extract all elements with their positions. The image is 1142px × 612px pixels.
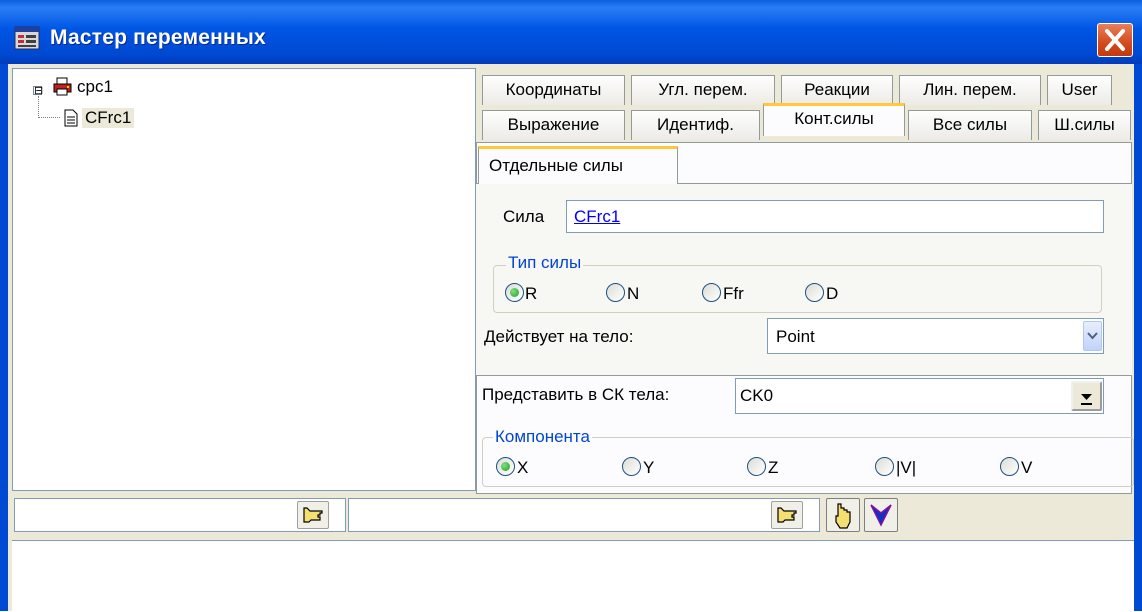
hand-down-icon [835,503,851,529]
document-icon [64,109,78,127]
apply-button[interactable] [864,498,898,532]
tab-user[interactable]: User [1047,75,1112,105]
acts-on-body-label: Действует на тело: [484,327,634,346]
represent-in-cs-label: Представить в СК тела: [482,385,670,404]
radio-force-ffr-label: Ffr [723,284,744,303]
pointing-hand-icon [777,507,797,523]
radio-force-n[interactable] [606,283,625,302]
radio-component-v-abs[interactable] [875,457,894,476]
radio-component-v-label: V [1021,458,1033,477]
radio-component-z[interactable] [747,457,766,476]
collapse-icon[interactable]: ⊟ [33,86,43,97]
acts-on-body-dropdown-button[interactable] [1083,321,1102,351]
tab-individual-forces[interactable]: Отдельные силы [478,146,678,184]
close-icon [1105,29,1125,51]
tab-angular-variables[interactable]: Угл. перем. [631,75,775,105]
tree-node-cpc1[interactable]: cpc1 [77,77,113,97]
title-bar[interactable]: Мастер переменных [0,0,1142,64]
represent-in-cs-value: CK0 [740,386,774,405]
tab-contact-forces[interactable]: Конт.силы [763,103,905,136]
variables-wizard-window: Мастер переменных ⊟ cpc1 CFrc1 Координат… [0,0,1142,612]
radio-force-n-label: N [627,284,640,303]
tab-identifiers[interactable]: Идентиф. [631,110,760,140]
force-label: Сила [503,207,545,226]
insert-name-button[interactable] [297,501,329,529]
radio-force-d-label: D [826,284,839,303]
radio-component-v[interactable] [1000,457,1019,476]
represent-in-cs-dropdown-button[interactable] [1071,381,1102,411]
radio-component-x-label: X [517,458,529,477]
radio-component-x[interactable] [496,457,515,476]
tab-expression[interactable]: Выражение [482,110,625,140]
component-title: Компонента [493,427,592,447]
window-title: Мастер переменных [50,26,266,49]
insert-expression-button[interactable] [771,501,803,529]
printer-icon [53,77,72,96]
output-area[interactable] [12,540,1134,612]
represent-in-cs-dropdown[interactable]: CK0 [735,378,1104,414]
window-frame-right [1134,64,1142,611]
app-window-icon [14,26,40,50]
force-type-title: Тип силы [506,253,584,273]
radio-component-y-label: Y [643,458,655,477]
point-down-button[interactable] [826,498,860,532]
radio-force-d[interactable] [805,283,824,302]
force-field[interactable]: CFrc1 [566,200,1104,233]
tab-coordinates[interactable]: Координаты [482,75,625,105]
name-field[interactable] [14,498,346,532]
radio-component-z-label: Z [768,458,779,477]
chevron-down-icon [1087,332,1098,340]
acts-on-body-value: Point [776,327,815,346]
acts-on-body-dropdown[interactable]: Point [767,318,1104,354]
expression-field[interactable] [348,498,820,532]
radio-force-r[interactable] [505,283,524,302]
force-type-group [493,265,1102,313]
tab-reactions[interactable]: Реакции [781,75,893,105]
force-value-link[interactable]: CFrc1 [574,207,620,227]
chevron-down-icon [1081,394,1092,405]
close-button[interactable] [1097,23,1133,57]
window-frame-left [0,64,8,611]
bottom-toolbar [12,494,1134,540]
pointing-hand-icon [303,507,323,523]
radio-force-r-label: R [525,284,538,303]
tab-joint-forces[interactable]: Ш.силы [1038,110,1131,140]
check-arrow-icon [870,504,892,527]
radio-component-y[interactable] [622,457,641,476]
radio-force-ffr[interactable] [702,283,721,302]
object-tree[interactable]: ⊟ cpc1 CFrc1 [12,68,476,491]
radio-component-v-abs-label: |V| [896,458,917,477]
tree-connector [38,96,39,118]
tree-node-cfrc1[interactable]: CFrc1 [82,108,135,128]
tree-connector [38,117,60,118]
tab-all-forces[interactable]: Все силы [908,110,1032,140]
tab-linear-variables[interactable]: Лин. перем. [899,75,1041,105]
